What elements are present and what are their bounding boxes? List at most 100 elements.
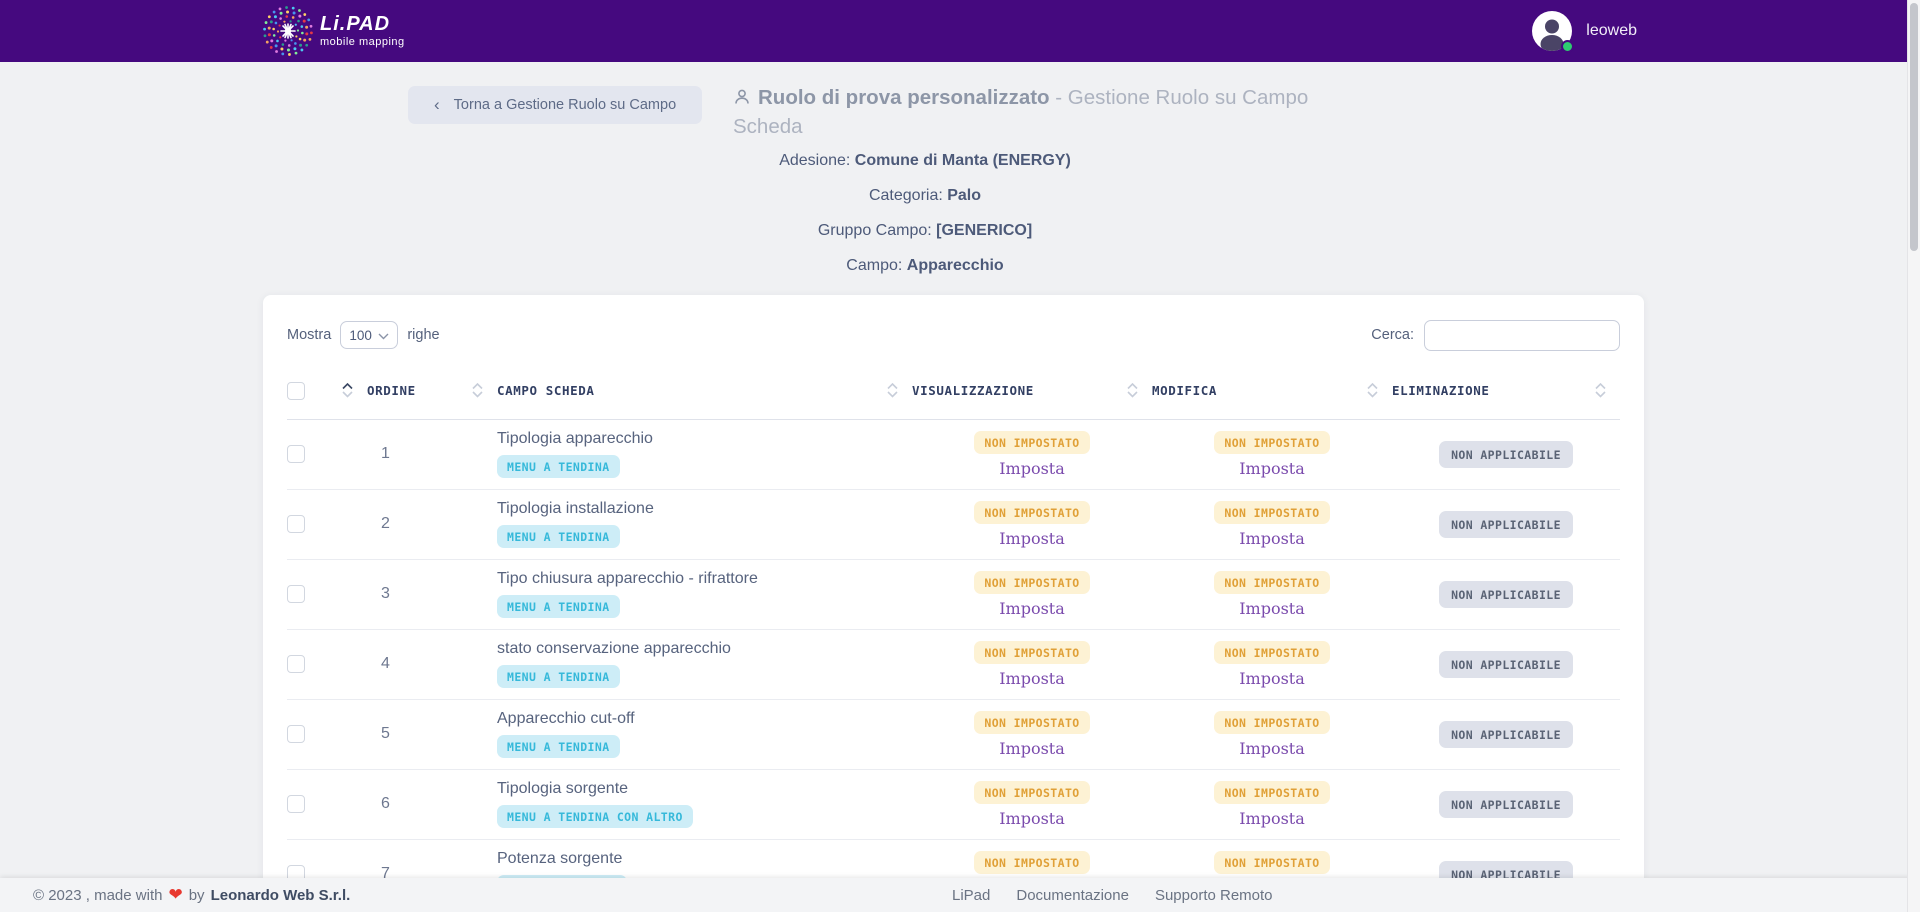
sort-icons[interactable] bbox=[1595, 383, 1606, 398]
modifica-cell: NON IMPOSTATO Imposta bbox=[1152, 629, 1392, 699]
top-navbar: Li.PAD mobile mapping leoweb bbox=[0, 0, 1920, 62]
visualizzazione-status-badge: NON IMPOSTATO bbox=[974, 571, 1089, 594]
visualizzazione-imposta-link[interactable]: Imposta bbox=[999, 599, 1065, 618]
table-row: 1 Tipologia apparecchio MENU A TENDINA N… bbox=[287, 419, 1620, 489]
show-label: Mostra bbox=[287, 327, 331, 343]
eliminazione-status-badge: NON APPLICABILE bbox=[1439, 721, 1573, 748]
sort-icons[interactable] bbox=[472, 383, 483, 398]
row-checkbox[interactable] bbox=[287, 725, 305, 743]
field-type-badge: MENU A TENDINA CON ALTRO bbox=[497, 805, 693, 828]
table-row: 4 stato conservazione apparecchio MENU A… bbox=[287, 629, 1620, 699]
row-checkbox[interactable] bbox=[287, 445, 305, 463]
table-header-row: ORDINE CAMPO SCHEDA bbox=[287, 363, 1620, 419]
modifica-imposta-link[interactable]: Imposta bbox=[1239, 599, 1305, 618]
table-row: 3 Tipo chiusura apparecchio - rifrattore… bbox=[287, 559, 1620, 629]
col-header-ordine[interactable]: ORDINE bbox=[367, 363, 497, 419]
info-campo: Campo: Apparecchio bbox=[600, 257, 1250, 275]
modifica-imposta-link[interactable]: Imposta bbox=[1239, 739, 1305, 758]
modifica-imposta-link[interactable]: Imposta bbox=[1239, 669, 1305, 688]
footer-links: LiPad Documentazione Supporto Remoto bbox=[952, 887, 1273, 904]
sort-icons[interactable] bbox=[887, 383, 898, 398]
visualizzazione-status-badge: NON IMPOSTATO bbox=[974, 431, 1089, 454]
table-row: 5 Apparecchio cut-off MENU A TENDINA NON… bbox=[287, 699, 1620, 769]
fields-table-card: Mostra 100 righe Cerca: bbox=[263, 295, 1644, 912]
table-row: 2 Tipologia installazione MENU A TENDINA… bbox=[287, 489, 1620, 559]
eliminazione-status-badge: NON APPLICABILE bbox=[1439, 441, 1573, 468]
search-label: Cerca: bbox=[1371, 327, 1414, 343]
visualizzazione-status-badge: NON IMPOSTATO bbox=[974, 711, 1089, 734]
modifica-imposta-link[interactable]: Imposta bbox=[1239, 459, 1305, 478]
modifica-imposta-link[interactable]: Imposta bbox=[1239, 809, 1305, 828]
modifica-cell: NON IMPOSTATO Imposta bbox=[1152, 419, 1392, 489]
row-checkbox[interactable] bbox=[287, 795, 305, 813]
sort-icons[interactable] bbox=[1367, 383, 1378, 398]
fields-table: ORDINE CAMPO SCHEDA bbox=[287, 363, 1620, 910]
row-checkbox[interactable] bbox=[287, 515, 305, 533]
user-menu[interactable]: leoweb bbox=[1532, 0, 1637, 62]
visualizzazione-imposta-link[interactable]: Imposta bbox=[999, 529, 1065, 548]
field-type-badge: MENU A TENDINA bbox=[497, 665, 620, 688]
field-type-badge: MENU A TENDINA bbox=[497, 525, 620, 548]
visualizzazione-status-badge: NON IMPOSTATO bbox=[974, 781, 1089, 804]
modifica-status-badge: NON IMPOSTATO bbox=[1214, 711, 1329, 734]
online-status-dot bbox=[1561, 40, 1574, 53]
field-name: Tipologia sorgente bbox=[497, 780, 912, 798]
role-person-icon bbox=[733, 86, 751, 113]
logo-title: Li.PAD bbox=[320, 14, 405, 34]
field-type-badge: MENU A TENDINA bbox=[497, 595, 620, 618]
visualizzazione-imposta-link[interactable]: Imposta bbox=[999, 809, 1065, 828]
modifica-status-badge: NON IMPOSTATO bbox=[1214, 851, 1329, 874]
modifica-imposta-link[interactable]: Imposta bbox=[1239, 529, 1305, 548]
campo-scheda-cell: Tipologia sorgente MENU A TENDINA CON AL… bbox=[497, 769, 912, 839]
scrollbar-thumb[interactable] bbox=[1910, 3, 1918, 251]
campo-scheda-cell: Tipologia installazione MENU A TENDINA bbox=[497, 489, 912, 559]
footer-link-lipad[interactable]: LiPad bbox=[952, 887, 990, 904]
campo-scheda-cell: Apparecchio cut-off MENU A TENDINA bbox=[497, 699, 912, 769]
eliminazione-status-badge: NON APPLICABILE bbox=[1439, 581, 1573, 608]
company-name: Leonardo Web S.r.l. bbox=[211, 887, 351, 904]
search-input[interactable] bbox=[1424, 320, 1620, 351]
modifica-status-badge: NON IMPOSTATO bbox=[1214, 431, 1329, 454]
field-type-badge: MENU A TENDINA bbox=[497, 455, 620, 478]
col-header-modifica[interactable]: MODIFICA bbox=[1152, 363, 1392, 419]
copyright: © 2023 , made with ❤ by Leonardo Web S.r… bbox=[33, 885, 350, 905]
select-all-header[interactable] bbox=[287, 363, 367, 419]
select-all-checkbox[interactable] bbox=[287, 382, 305, 400]
ordine-cell: 5 bbox=[367, 699, 497, 769]
table-row: 6 Tipologia sorgente MENU A TENDINA CON … bbox=[287, 769, 1620, 839]
col-header-campo-scheda[interactable]: CAMPO SCHEDA bbox=[497, 363, 912, 419]
campo-scheda-cell: Tipologia apparecchio MENU A TENDINA bbox=[497, 419, 912, 489]
field-name: Tipologia apparecchio bbox=[497, 430, 912, 448]
footer: © 2023 , made with ❤ by Leonardo Web S.r… bbox=[0, 878, 1920, 912]
eliminazione-cell: NON APPLICABILE bbox=[1392, 419, 1620, 489]
col-header-visualizzazione[interactable]: VISUALIZZAZIONE bbox=[912, 363, 1152, 419]
visualizzazione-cell: NON IMPOSTATO Imposta bbox=[912, 489, 1152, 559]
footer-link-supporto-remoto[interactable]: Supporto Remoto bbox=[1155, 887, 1273, 904]
chevron-down-icon bbox=[378, 328, 389, 343]
row-checkbox[interactable] bbox=[287, 585, 305, 603]
sort-icons[interactable] bbox=[342, 383, 353, 398]
row-checkbox[interactable] bbox=[287, 655, 305, 673]
role-name: Ruolo di prova personalizzato bbox=[758, 86, 1050, 109]
col-header-eliminazione[interactable]: ELIMINAZIONE bbox=[1392, 363, 1620, 419]
scrollbar-track[interactable] bbox=[1907, 0, 1920, 912]
footer-link-documentazione[interactable]: Documentazione bbox=[1016, 887, 1129, 904]
campo-scheda-cell: stato conservazione apparecchio MENU A T… bbox=[497, 629, 912, 699]
page-size-value: 100 bbox=[349, 328, 372, 343]
ordine-cell: 1 bbox=[367, 419, 497, 489]
lipad-logo[interactable]: Li.PAD mobile mapping bbox=[262, 5, 405, 57]
visualizzazione-imposta-link[interactable]: Imposta bbox=[999, 669, 1065, 688]
modifica-status-badge: NON IMPOSTATO bbox=[1214, 781, 1329, 804]
sort-icons[interactable] bbox=[1127, 383, 1138, 398]
eliminazione-cell: NON APPLICABILE bbox=[1392, 489, 1620, 559]
context-info: Adesione: Comune di Manta (ENERGY) Categ… bbox=[600, 152, 1250, 292]
back-button[interactable]: ‹ Torna a Gestione Ruolo su Campo bbox=[408, 86, 702, 124]
rows-label: righe bbox=[407, 327, 439, 343]
campo-scheda-cell: Tipo chiusura apparecchio - rifrattore M… bbox=[497, 559, 912, 629]
modifica-cell: NON IMPOSTATO Imposta bbox=[1152, 699, 1392, 769]
visualizzazione-imposta-link[interactable]: Imposta bbox=[999, 459, 1065, 478]
page-size-select[interactable]: 100 bbox=[340, 321, 398, 349]
modifica-cell: NON IMPOSTATO Imposta bbox=[1152, 489, 1392, 559]
visualizzazione-imposta-link[interactable]: Imposta bbox=[999, 739, 1065, 758]
eliminazione-status-badge: NON APPLICABILE bbox=[1439, 791, 1573, 818]
